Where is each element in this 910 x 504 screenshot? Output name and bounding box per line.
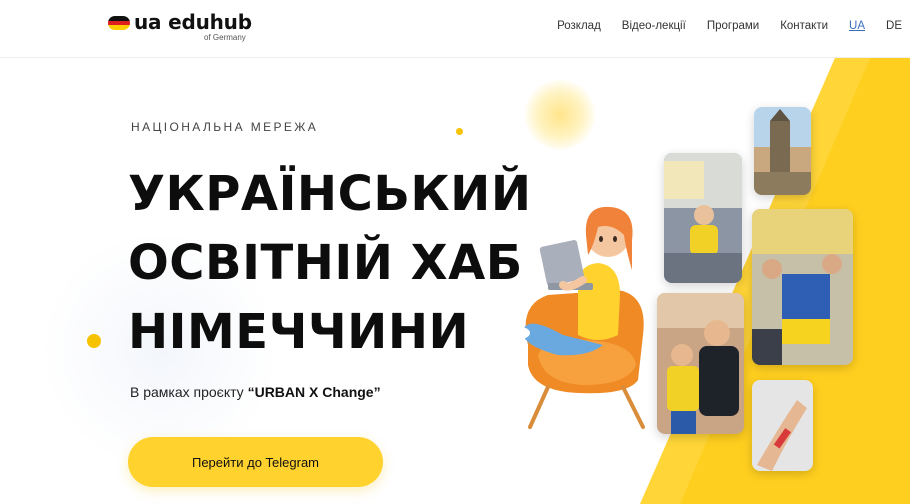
logo-subtitle: of Germany — [204, 33, 246, 42]
hero-title-line-1: УКРАЇНСЬКИЙ — [128, 166, 532, 222]
nav-link-video-lectures[interactable]: Відео-лекції — [622, 20, 686, 32]
lang-switch-ua[interactable]: UA — [849, 20, 865, 32]
hero-eyebrow: НАЦІОНАЛЬНА МЕРЕЖА — [131, 120, 319, 134]
telegram-cta-button[interactable]: Перейти до Telegram — [128, 437, 383, 487]
photo-mother-child — [657, 293, 744, 434]
main-nav: Розклад Відео-лекції Програми Контакти U… — [536, 20, 902, 32]
logo-text: ua eduhub — [134, 10, 252, 34]
student-illustration — [510, 206, 645, 429]
decorative-dot — [87, 334, 101, 348]
lang-switch-de[interactable]: DE — [886, 20, 902, 32]
hero-title-line-2: ОСВІТНІЙ ХАБ — [128, 235, 523, 291]
decorative-dot — [456, 128, 463, 135]
site-header: ua eduhub of Germany Розклад Відео-лекці… — [0, 0, 910, 58]
photo-bracelet-hand — [752, 380, 813, 471]
hero-title-line-3: НІМЕЧЧИНИ — [128, 304, 470, 360]
nav-link-contacts[interactable]: Контакти — [780, 20, 828, 32]
hero-project-text: В рамках проєкту “URBAN X Change” — [130, 384, 381, 400]
nav-link-schedule[interactable]: Розклад — [557, 20, 601, 32]
photo-city-view — [754, 107, 811, 195]
nav-link-programs[interactable]: Програми — [707, 20, 759, 32]
decorative-glow — [525, 80, 595, 150]
germany-flag-icon — [108, 16, 130, 30]
logo[interactable]: ua eduhub of Germany — [108, 10, 258, 46]
photo-group-flag — [752, 209, 853, 365]
project-prefix: В рамках проєкту — [130, 384, 244, 400]
project-name: “URBAN X Change” — [247, 384, 381, 400]
photo-team-event — [664, 153, 742, 283]
